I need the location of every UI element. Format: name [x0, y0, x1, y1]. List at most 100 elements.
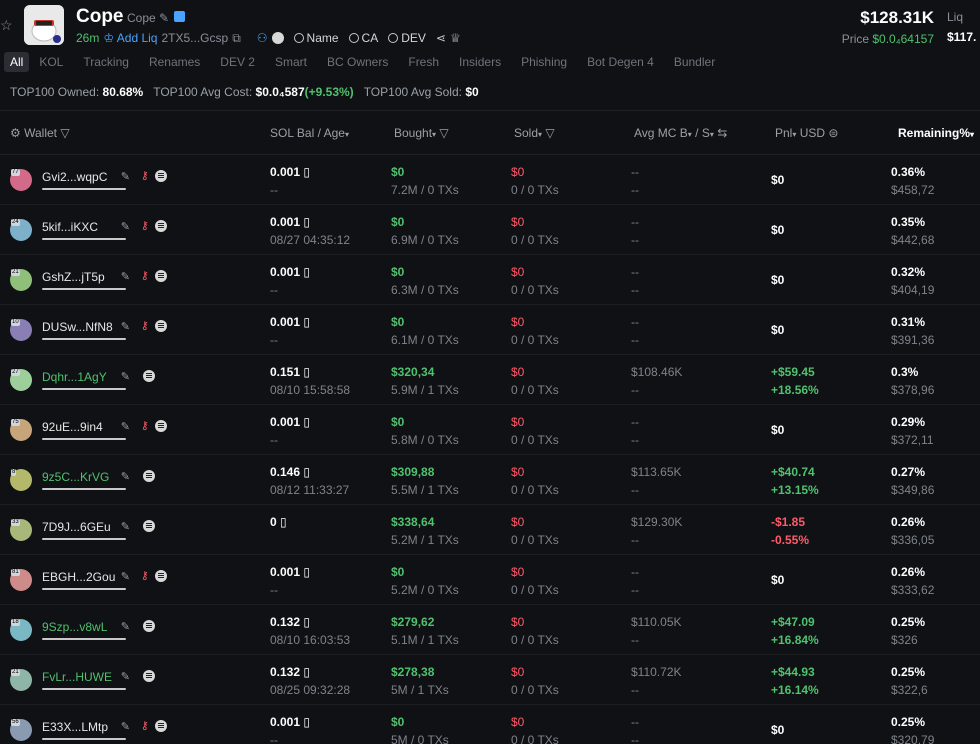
search-name-link[interactable]: Name	[293, 31, 339, 45]
solana-icon[interactable]	[154, 270, 167, 282]
wallet-address[interactable]: Dqhr...1AgY	[42, 370, 107, 384]
solana-icon[interactable]	[154, 220, 167, 232]
table-row[interactable]: 27 Dqhr...1AgY ✎ 0.151 ▯ 08/10 15:58:58 …	[0, 355, 980, 405]
tab-dev[interactable]: DEV 2	[210, 52, 265, 72]
solana-icon[interactable]	[142, 620, 155, 632]
remaining-usd: $442,68	[891, 233, 935, 247]
tab-bc-owners[interactable]: BC Owners	[317, 52, 398, 72]
add-liq-button[interactable]: ♔ Add Liq	[103, 31, 157, 45]
edit-icon[interactable]: ✎	[121, 320, 130, 333]
key-icon[interactable]: ⚷	[141, 169, 149, 182]
key-icon[interactable]: ⚷	[141, 569, 149, 582]
edit-icon[interactable]: ✎	[121, 370, 130, 383]
solana-icon[interactable]	[142, 520, 155, 532]
edit-icon[interactable]: ✎	[121, 420, 130, 433]
key-icon[interactable]: ⚷	[141, 219, 149, 232]
wallet-address[interactable]: Gvi2...wqpC	[42, 170, 107, 184]
tab-bundler[interactable]: Bundler	[664, 52, 725, 72]
wallet-address[interactable]: 9z5C...KrVG	[42, 470, 109, 484]
table-row[interactable]: 56 E33X...LMtp ✎ ⚷ 0.001 ▯ -- $0 5M / 0 T…	[0, 705, 980, 744]
remaining-column-header[interactable]: Remaining%▾	[898, 126, 974, 140]
key-icon[interactable]: ⚷	[141, 269, 149, 282]
tab-fresh[interactable]: Fresh	[398, 52, 449, 72]
remaining-percent: 0.26%	[891, 515, 926, 529]
tab-kol[interactable]: KOL	[29, 52, 73, 72]
tab-renames[interactable]: Renames	[139, 52, 210, 72]
share-icon[interactable]: ⋖	[436, 31, 446, 45]
solana-icon[interactable]	[271, 32, 284, 44]
search-dev-link[interactable]: DEV	[388, 31, 426, 45]
wallet-column-header[interactable]: ⚙ Wallet ▽	[10, 126, 70, 140]
bought-column-header[interactable]: Bought▾ ▽	[394, 126, 449, 140]
tab-all[interactable]: All	[4, 52, 30, 72]
table-row[interactable]: 77 Gvi2...wqpC ✎ ⚷ 0.001 ▯ -- $0 7.2M / 0…	[0, 155, 980, 205]
solana-icon[interactable]	[154, 320, 167, 332]
avg-cost-change: (+9.53%)	[304, 85, 354, 99]
table-row[interactable]: 10 DUSw...NfN8 ✎ ⚷ 0.001 ▯ -- $0 6.1M / 0…	[0, 305, 980, 355]
edit-icon[interactable]: ✎	[121, 170, 130, 183]
remaining-usd: $320,79	[891, 733, 935, 744]
wallet-address[interactable]: 5kif...iKXC	[42, 220, 98, 234]
solana-icon[interactable]	[154, 170, 167, 182]
edit-icon[interactable]: ✎	[121, 270, 130, 283]
wallet-address[interactable]: GshZ...jT5p	[42, 270, 105, 284]
solana-icon[interactable]	[142, 470, 155, 482]
table-row[interactable]: 18 9Szp...v8wL ✎ 0.132 ▯ 08/10 16:03:53 …	[0, 605, 980, 655]
tab-tracking[interactable]: Tracking	[73, 52, 139, 72]
solana-icon[interactable]	[154, 570, 167, 582]
pnl-value: +$47.09	[771, 615, 815, 629]
edit-icon[interactable]: ✎	[121, 470, 130, 483]
star-icon[interactable]: ☆	[0, 18, 14, 32]
avg-mc-column-header[interactable]: Avg MC B▾ / S▾ ⇆	[634, 126, 727, 140]
solana-icon[interactable]	[142, 670, 155, 682]
sold-column-header[interactable]: Sold▾ ▽	[514, 126, 555, 140]
user-icon[interactable]: ⚇	[257, 31, 268, 45]
table-row[interactable]: 33 7D9J...6GEu ✎ 0 ▯ $338,64 5.2M / 1 TX…	[0, 505, 980, 555]
wallet-balance-bar	[42, 588, 126, 590]
solana-icon[interactable]	[154, 720, 167, 732]
table-row[interactable]: 24 5kif...iKXC ✎ ⚷ 0.001 ▯ 08/27 04:35:12…	[0, 205, 980, 255]
search-ca-link[interactable]: CA	[348, 31, 378, 45]
wallet-balance-bar	[42, 738, 126, 740]
solana-icon[interactable]	[154, 420, 167, 432]
bought-detail: 6.1M / 0 TXs	[391, 333, 459, 347]
token-address[interactable]: 2TX5...Gcsp	[161, 31, 228, 45]
edit-icon[interactable]: ✎	[121, 720, 130, 733]
gear-icon: ⚙	[10, 126, 21, 140]
crown-icon[interactable]: ♕	[450, 31, 461, 45]
key-icon[interactable]: ⚷	[141, 719, 149, 732]
tab-phishing[interactable]: Phishing	[511, 52, 577, 72]
edit-icon[interactable]: ✎	[121, 570, 130, 583]
wallet-address[interactable]: E33X...LMtp	[42, 720, 108, 734]
wallet-address[interactable]: 7D9J...6GEu	[42, 520, 111, 534]
wallet-address[interactable]: FvLr...HUWE	[42, 670, 112, 684]
wallet-address[interactable]: 9Szp...v8wL	[42, 620, 107, 634]
table-row[interactable]: 75 92uE...9in4 ✎ ⚷ 0.001 ▯ -- $0 5.8M / 0…	[0, 405, 980, 455]
wallet-address[interactable]: DUSw...NfN8	[42, 320, 113, 334]
avg-mc-sell: --	[631, 233, 639, 247]
edit-icon[interactable]: ✎	[121, 520, 130, 533]
edit-icon[interactable]: ✎	[121, 620, 130, 633]
tab-smart[interactable]: Smart	[265, 52, 317, 72]
table-row[interactable]: 21 FvLr...HUWE ✎ 0.132 ▯ 08/25 09:32:28 …	[0, 655, 980, 705]
edit-icon[interactable]: ✎	[121, 220, 130, 233]
table-row[interactable]: 21 GshZ...jT5p ✎ ⚷ 0.001 ▯ -- $0 6.3M / 0…	[0, 255, 980, 305]
solana-icon[interactable]	[142, 370, 155, 382]
tab-insiders[interactable]: Insiders	[449, 52, 511, 72]
wallet-address[interactable]: 92uE...9in4	[42, 420, 103, 434]
remaining-percent: 0.29%	[891, 415, 926, 429]
key-icon[interactable]: ⚷	[141, 419, 149, 432]
sol-bal-column-header[interactable]: SOL Bal / Age▾	[270, 126, 349, 140]
wallet-balance-bar	[42, 188, 126, 190]
key-icon[interactable]: ⚷	[141, 319, 149, 332]
edit-icon[interactable]: ✎	[121, 670, 130, 683]
table-row[interactable]: 8 9z5C...KrVG ✎ 0.146 ▯ 08/12 11:33:27 $…	[0, 455, 980, 505]
table-row[interactable]: 81 EBGH...2Gou ✎ ⚷ 0.001 ▯ -- $0 5.2M / 0…	[0, 555, 980, 605]
edit-icon[interactable]: ✎	[159, 11, 169, 25]
sold-value: $0	[511, 465, 525, 479]
wallet-address[interactable]: EBGH...2Gou	[42, 570, 115, 584]
pnl-column-header[interactable]: Pnl▾ USD ⊜	[775, 126, 838, 140]
pnl-value: +$44.93	[771, 665, 815, 679]
tab-bot-degen[interactable]: Bot Degen 4	[577, 52, 664, 72]
copy-icon[interactable]: ⧉	[232, 31, 241, 46]
